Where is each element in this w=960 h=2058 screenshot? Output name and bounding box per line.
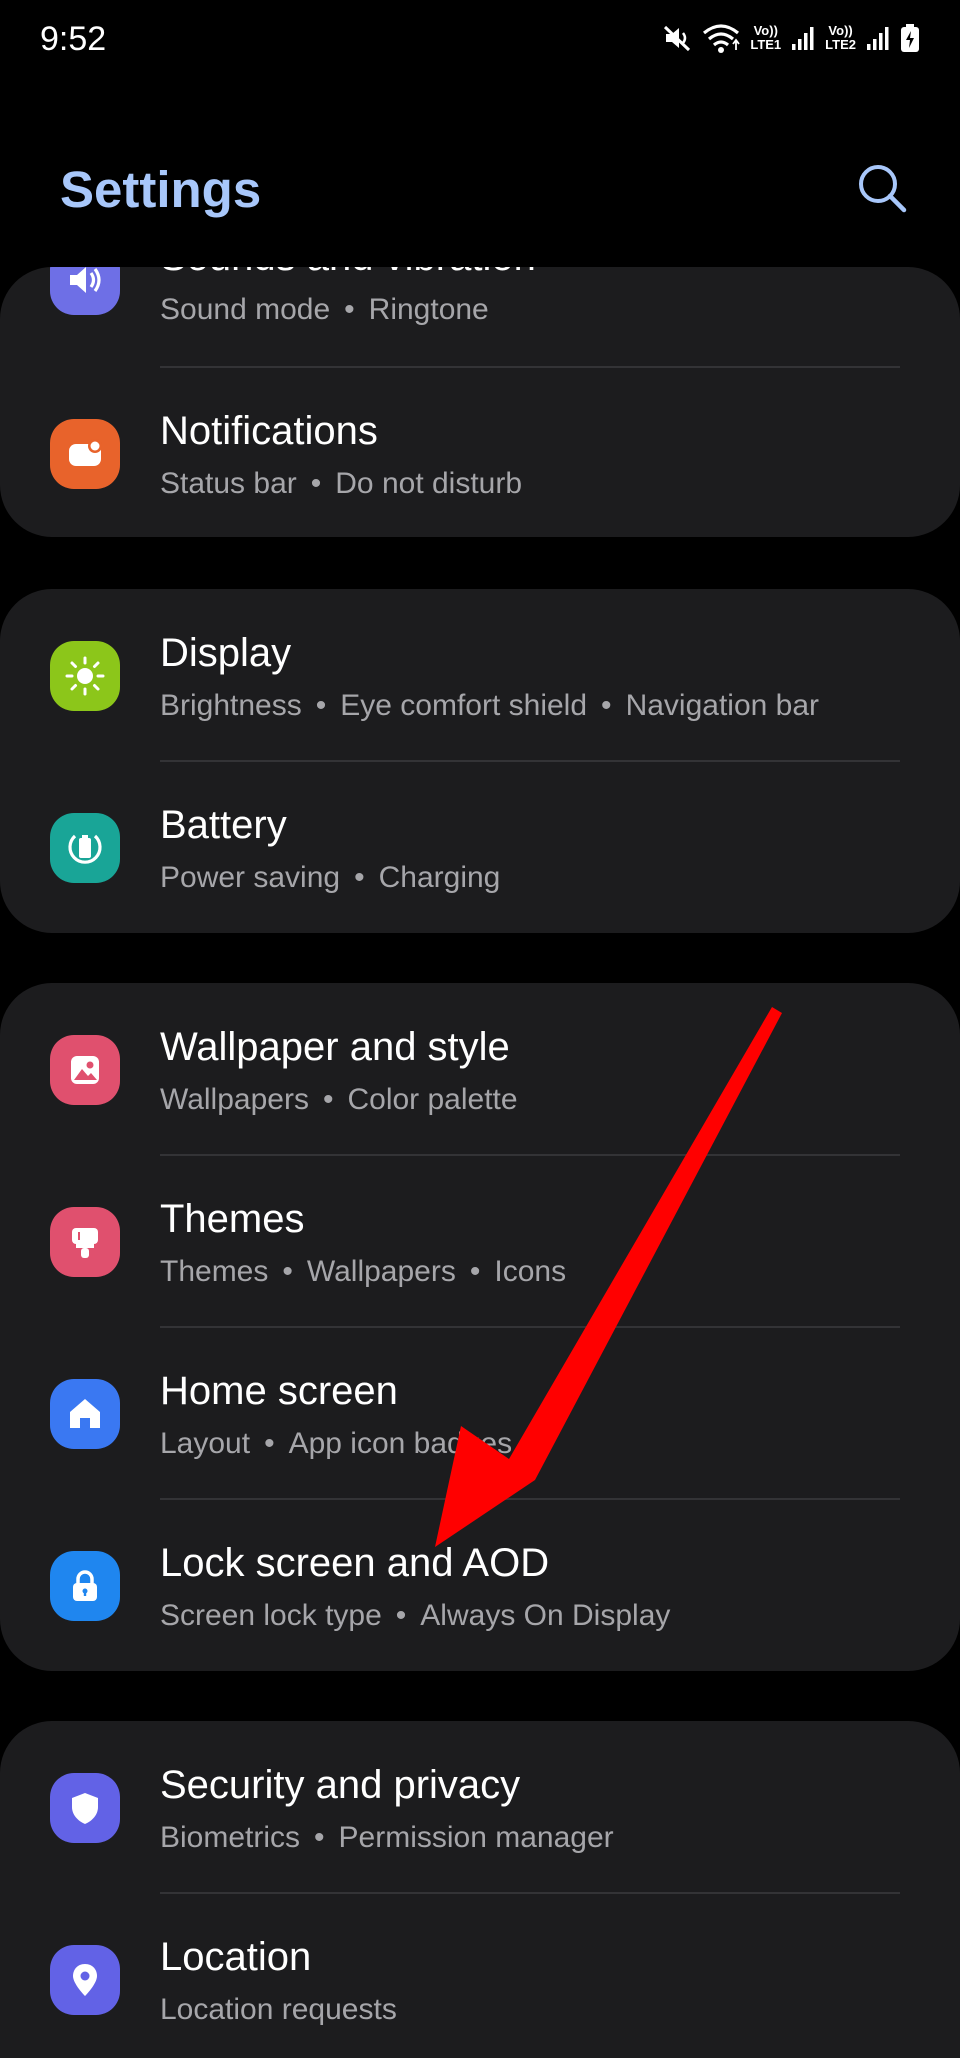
settings-list[interactable]: Sounds and vibration Sound mode•Ringtone… (0, 267, 960, 2058)
page-title: Settings (60, 161, 262, 218)
item-subtitle: Biometrics • Permission manager (160, 1821, 614, 1854)
item-title: Themes (160, 1197, 305, 1241)
app-header: Settings (0, 140, 960, 240)
wifi-icon (702, 22, 741, 54)
settings-item-display[interactable]: Display Brightness • Eye comfort shield • Na… (0, 589, 960, 761)
battery-charging-icon (900, 23, 920, 53)
item-title: Sounds and vibration (160, 267, 536, 280)
shield-icon (50, 1773, 120, 1843)
item-subtitle: Themes • Wallpapers • Icons (160, 1255, 567, 1288)
settings-item-notifications[interactable]: Notifications Status bar • Do not disturb (0, 367, 960, 537)
settings-group-appearance: Wallpaper and style Wallpapers • Color pal… (0, 983, 960, 1671)
item-subtitle: Power saving • Charging (160, 861, 501, 894)
item-title: Lock screen and AOD (160, 1541, 550, 1585)
item-title: Wallpaper and style (160, 1025, 510, 1069)
item-title: Notifications (160, 409, 378, 453)
settings-item-sounds-vibration[interactable]: Sounds and vibration Sound mode•Ringtone (0, 267, 960, 365)
paintbrush-icon (50, 1207, 120, 1277)
settings-group-security-location: Security and privacy Biometrics • Permissi… (0, 1721, 960, 2058)
item-subtitle: Sound mode • Ringtone (160, 293, 489, 326)
settings-item-lock-screen-aod[interactable]: Lock screen and AOD Screen lock type • Alw… (0, 1499, 960, 1671)
volume-icon (50, 267, 120, 315)
notification-icon (50, 419, 120, 489)
item-subtitle: Layout • App icon badges (160, 1427, 513, 1460)
item-title: Home screen (160, 1369, 398, 1413)
item-subtitle: Status bar • Do not disturb (160, 467, 523, 500)
status-bar: 9:52 Vo)) LTE1 Vo)) LTE2 (0, 0, 960, 84)
sim1-label: Vo)) LTE1 (750, 23, 782, 52)
search-button[interactable] (852, 158, 912, 218)
status-icons: Vo)) LTE1 Vo)) LTE2 (662, 22, 920, 54)
settings-group-sounds-notifications: Sounds and vibration Sound mode•Ringtone… (0, 267, 960, 537)
mute-icon (662, 23, 692, 53)
item-subtitle: Screen lock type • Always On Display (160, 1599, 671, 1632)
search-icon (852, 165, 912, 222)
item-title: Battery (160, 803, 287, 847)
settings-item-security-privacy[interactable]: Security and privacy Biometrics • Permissi… (0, 1721, 960, 1893)
sun-icon (50, 641, 120, 711)
settings-item-themes[interactable]: Themes Themes • Wallpapers • Icons (0, 1155, 960, 1327)
lock-icon (50, 1551, 120, 1621)
settings-item-home-screen[interactable]: Home screen Layout • App icon badges (0, 1327, 960, 1499)
item-subtitle: Wallpapers • Color palette (160, 1083, 518, 1116)
sim2-label: Vo)) LTE2 (825, 23, 856, 52)
item-title: Location (160, 1935, 312, 1979)
location-pin-icon (50, 1945, 120, 2015)
item-title: Security and privacy (160, 1763, 521, 1807)
item-title: Display (160, 631, 292, 675)
settings-item-wallpaper-style[interactable]: Wallpaper and style Wallpapers • Color pal… (0, 983, 960, 1155)
home-icon (50, 1379, 120, 1449)
item-subtitle: Location requests (160, 1993, 397, 2026)
settings-item-battery[interactable]: Battery Power saving • Charging (0, 761, 960, 933)
settings-group-display-battery: Display Brightness • Eye comfort shield • Na… (0, 589, 960, 933)
battery-icon (50, 813, 120, 883)
signal-icon (866, 24, 890, 52)
signal-icon (791, 24, 815, 52)
settings-item-location[interactable]: Location Location requests (0, 1893, 960, 2058)
status-time: 9:52 (40, 20, 107, 58)
item-subtitle: Brightness • Eye comfort shield • Navigation… (160, 689, 820, 722)
image-icon (50, 1035, 120, 1105)
